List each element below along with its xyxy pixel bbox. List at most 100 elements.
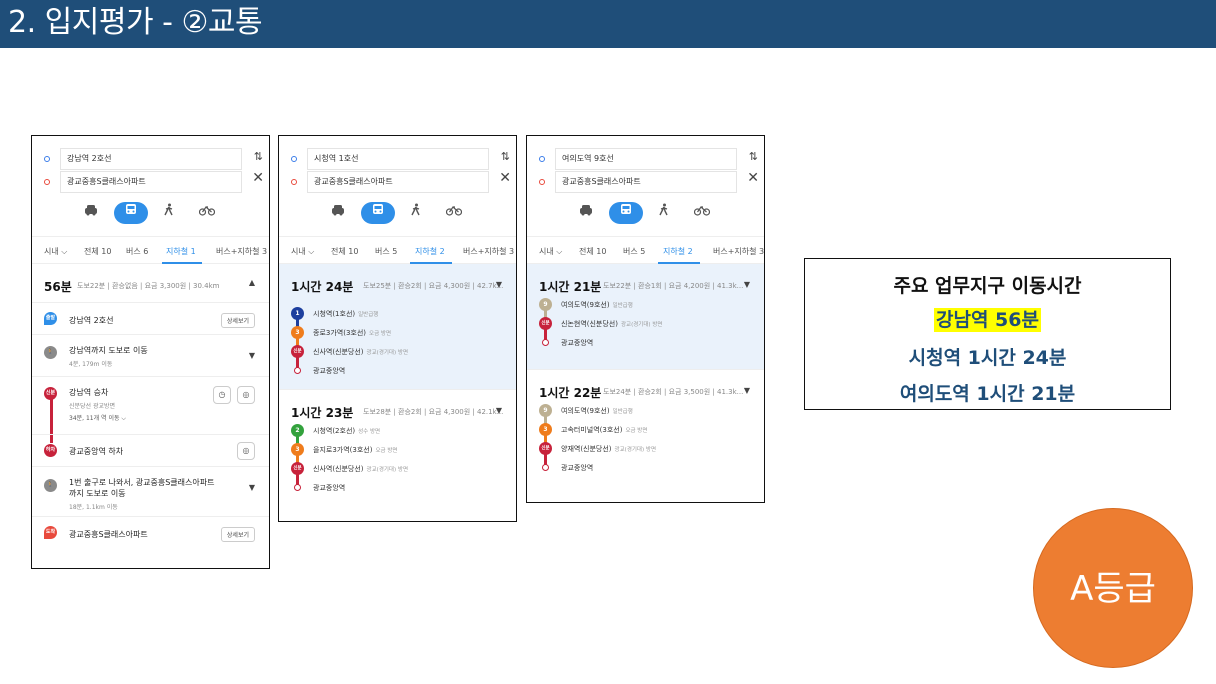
walk-icon[interactable] <box>401 202 431 224</box>
location-icon[interactable]: ◎ <box>237 442 255 460</box>
bike-icon[interactable] <box>687 202 717 224</box>
detail-button[interactable]: 상세보기 <box>220 313 255 328</box>
close-icon[interactable]: ✕ <box>252 170 264 186</box>
swap-icon[interactable]: ⇅ <box>749 150 758 163</box>
bike-icon[interactable] <box>439 202 469 224</box>
walk-icon[interactable] <box>649 202 679 224</box>
stop-name: 양재역(신분당선) 광교(경기대) 방면 <box>561 445 657 453</box>
stop-name: 시청역(2호선) 성수 방면 <box>313 427 381 435</box>
grade-badge: A등급 <box>1033 508 1193 668</box>
clock-icon[interactable]: ◷ <box>213 386 231 404</box>
chevron-down-icon[interactable]: ▼ <box>744 386 750 395</box>
route-time: 1시간 23분 <box>291 406 354 420</box>
end-dot-icon <box>542 464 549 471</box>
tab-city[interactable]: 시내 ⌵ <box>539 246 562 257</box>
bus-icon[interactable] <box>114 202 148 224</box>
origin-input[interactable]: 시청역 1호선 <box>307 148 489 170</box>
stop-name: 신논현역(신분당선) 광교(경기대) 방면 <box>561 320 663 328</box>
chevron-down-icon[interactable]: ▼ <box>496 280 502 289</box>
swap-icon[interactable]: ⇅ <box>501 150 510 163</box>
collapse-icon[interactable]: ▲ <box>249 278 255 287</box>
tab-subway[interactable]: 지하철 2 <box>663 246 693 257</box>
tab-bus-subway[interactable]: 버스+지하철 3 <box>216 246 267 257</box>
tab-all[interactable]: 전체 10 <box>579 246 606 257</box>
stop-name: 고속터미널역(3호선) 오금 방면 <box>561 426 648 434</box>
tab-all[interactable]: 전체 10 <box>331 246 358 257</box>
destination-input[interactable]: 광교중흥S클래스아파트 <box>555 171 737 193</box>
stop-name: 광교중앙역 <box>313 484 346 492</box>
close-icon[interactable]: ✕ <box>499 170 511 186</box>
destination-input[interactable]: 광교중흥S클래스아파트 <box>307 171 489 193</box>
step-sub: 4분, 179m 이동 <box>69 361 113 368</box>
search-box: 여의도역 9호선 광교중흥S클래스아파트 ⇅ ✕ <box>527 148 764 196</box>
step-title: 광교중흥S클래스아파트 <box>69 530 148 539</box>
tab-bus[interactable]: 버스 5 <box>623 246 645 257</box>
slide-title-bar: 2. 입지평가 - ②교통 <box>0 0 1216 48</box>
tab-bus-subway[interactable]: 버스+지하철 3 <box>713 246 764 257</box>
route-panel-cityhall: 시청역 1호선 광교중흥S클래스아파트 ⇅ ✕ 시내 ⌵ 전체 10 버스 5 … <box>278 135 517 522</box>
bus-icon[interactable] <box>361 202 395 224</box>
commute-summary-box: 주요 업무지구 이동시간 강남역 56분 시청역 1시간 24분 여의도역 1시… <box>804 258 1171 410</box>
step-alight: 하차 광교중앙역 하차 ◎ <box>32 434 269 466</box>
stop-name: 신사역(신분당선) 광교(경기대) 방면 <box>313 465 409 473</box>
car-icon[interactable] <box>323 202 353 224</box>
route-meta: 도보22분 | 환승1회 | 요금 4,200원 | 41.3k... <box>603 282 744 290</box>
chevron-down-icon[interactable]: ▼ <box>249 351 255 360</box>
step-title-2: 까지 도보로 이동 <box>69 489 126 498</box>
tab-city[interactable]: 시내 ⌵ <box>44 246 67 257</box>
end-dot-icon <box>542 339 549 346</box>
summary-gangnam: 강남역 56분 <box>934 308 1041 332</box>
transport-modes <box>279 196 516 236</box>
tab-subway[interactable]: 지하철 1 <box>166 246 196 257</box>
chevron-down-icon[interactable]: ▼ <box>744 280 750 289</box>
tab-subway[interactable]: 지하철 2 <box>415 246 445 257</box>
location-icon[interactable]: ◎ <box>237 386 255 404</box>
step-walk-2: 🚶 1번 출구로 나와서, 광교중흥S클래스아파트 까지 도보로 이동 18분,… <box>32 466 269 516</box>
stop-name: 광교중앙역 <box>561 464 594 472</box>
step-sub-2[interactable]: 34분, 11개 역 이동 ⌵ <box>69 413 126 423</box>
tab-bus[interactable]: 버스 6 <box>126 246 148 257</box>
route-option-2[interactable]: 1시간 22분 도보24분 | 환승2회 | 요금 3,500원 | 41.3k… <box>527 369 764 494</box>
destination-input[interactable]: 광교중흥S클래스아파트 <box>60 171 242 193</box>
detail-button[interactable]: 상세보기 <box>220 527 255 542</box>
step-sub: 신분당선 광교방면 <box>69 403 116 410</box>
transport-modes <box>527 196 764 236</box>
route-summary[interactable]: 56분 도보22분 | 환승없음 | 요금 3,300원 | 30.4km ▲ <box>32 264 269 302</box>
walk-icon[interactable] <box>154 202 184 224</box>
route-option-1[interactable]: 1시간 24분 도보25분 | 환승2회 | 요금 4,300원 | 42.7k… <box>279 264 516 389</box>
swap-icon[interactable]: ⇅ <box>254 150 263 163</box>
stop-name: 종로3가역(3호선) 오금 방면 <box>313 329 392 337</box>
end-dot-icon <box>294 484 301 491</box>
step-board: 신분 강남역 승차 신분당선 광교방면 34분, 11개 역 이동 ⌵ ◷ ◎ <box>32 376 269 443</box>
route-panel-yeouido: 여의도역 9호선 광교중흥S클래스아파트 ⇅ ✕ 시내 ⌵ 전체 10 버스 5… <box>526 135 765 503</box>
bus-icon[interactable] <box>609 202 643 224</box>
step-walk-1: 🚶 강남역까지 도보로 이동 4분, 179m 이동 ▼ <box>32 334 269 376</box>
origin-input[interactable]: 여의도역 9호선 <box>555 148 737 170</box>
route-option-1[interactable]: 1시간 21분 도보22분 | 환승1회 | 요금 4,200원 | 41.3k… <box>527 264 764 369</box>
sinbundang-badge-icon: 신분 <box>539 317 552 330</box>
tab-bus[interactable]: 버스 5 <box>375 246 397 257</box>
tab-bus-subway[interactable]: 버스+지하철 3 <box>463 246 514 257</box>
tab-all[interactable]: 전체 10 <box>84 246 111 257</box>
chevron-down-icon[interactable]: ▼ <box>249 483 255 492</box>
origin-input[interactable]: 강남역 2호선 <box>60 148 242 170</box>
line9-badge-icon: 9 <box>539 404 552 417</box>
route-meta: 도보28분 | 환승2회 | 요금 4,300원 | 42.1k... <box>363 408 504 416</box>
car-icon[interactable] <box>571 202 601 224</box>
route-panel-gangnam: 강남역 2호선 광교중흥S클래스아파트 ⇅ ✕ 시내 ⌵ 전체 10 버스 6 … <box>31 135 270 569</box>
close-icon[interactable]: ✕ <box>747 170 759 186</box>
walk-icon: 🚶 <box>44 346 57 359</box>
stop-name: 여의도역(9호선) 일반급행 <box>561 407 633 415</box>
step-title: 1번 출구로 나와서, 광교중흥S클래스아파트 <box>69 478 215 487</box>
sinbundang-badge-icon: 신분 <box>291 462 304 475</box>
origin-dot-icon <box>44 156 50 162</box>
route-tabs: 시내 ⌵ 전체 10 버스 5 지하철 2 버스+지하철 3 <box>527 236 764 264</box>
car-icon[interactable] <box>76 202 106 224</box>
route-meta: 도보25분 | 환승2회 | 요금 4,300원 | 42.7k... <box>363 282 504 290</box>
chevron-down-icon[interactable]: ▼ <box>496 406 502 415</box>
route-meta: 도보24분 | 환승2회 | 요금 3,500원 | 41.3k... <box>603 388 744 396</box>
line3-badge-icon: 3 <box>539 423 552 436</box>
tab-city[interactable]: 시내 ⌵ <box>291 246 314 257</box>
route-option-2[interactable]: 1시간 23분 도보28분 | 환승2회 | 요금 4,300원 | 42.1k… <box>279 389 516 514</box>
bike-icon[interactable] <box>192 202 222 224</box>
